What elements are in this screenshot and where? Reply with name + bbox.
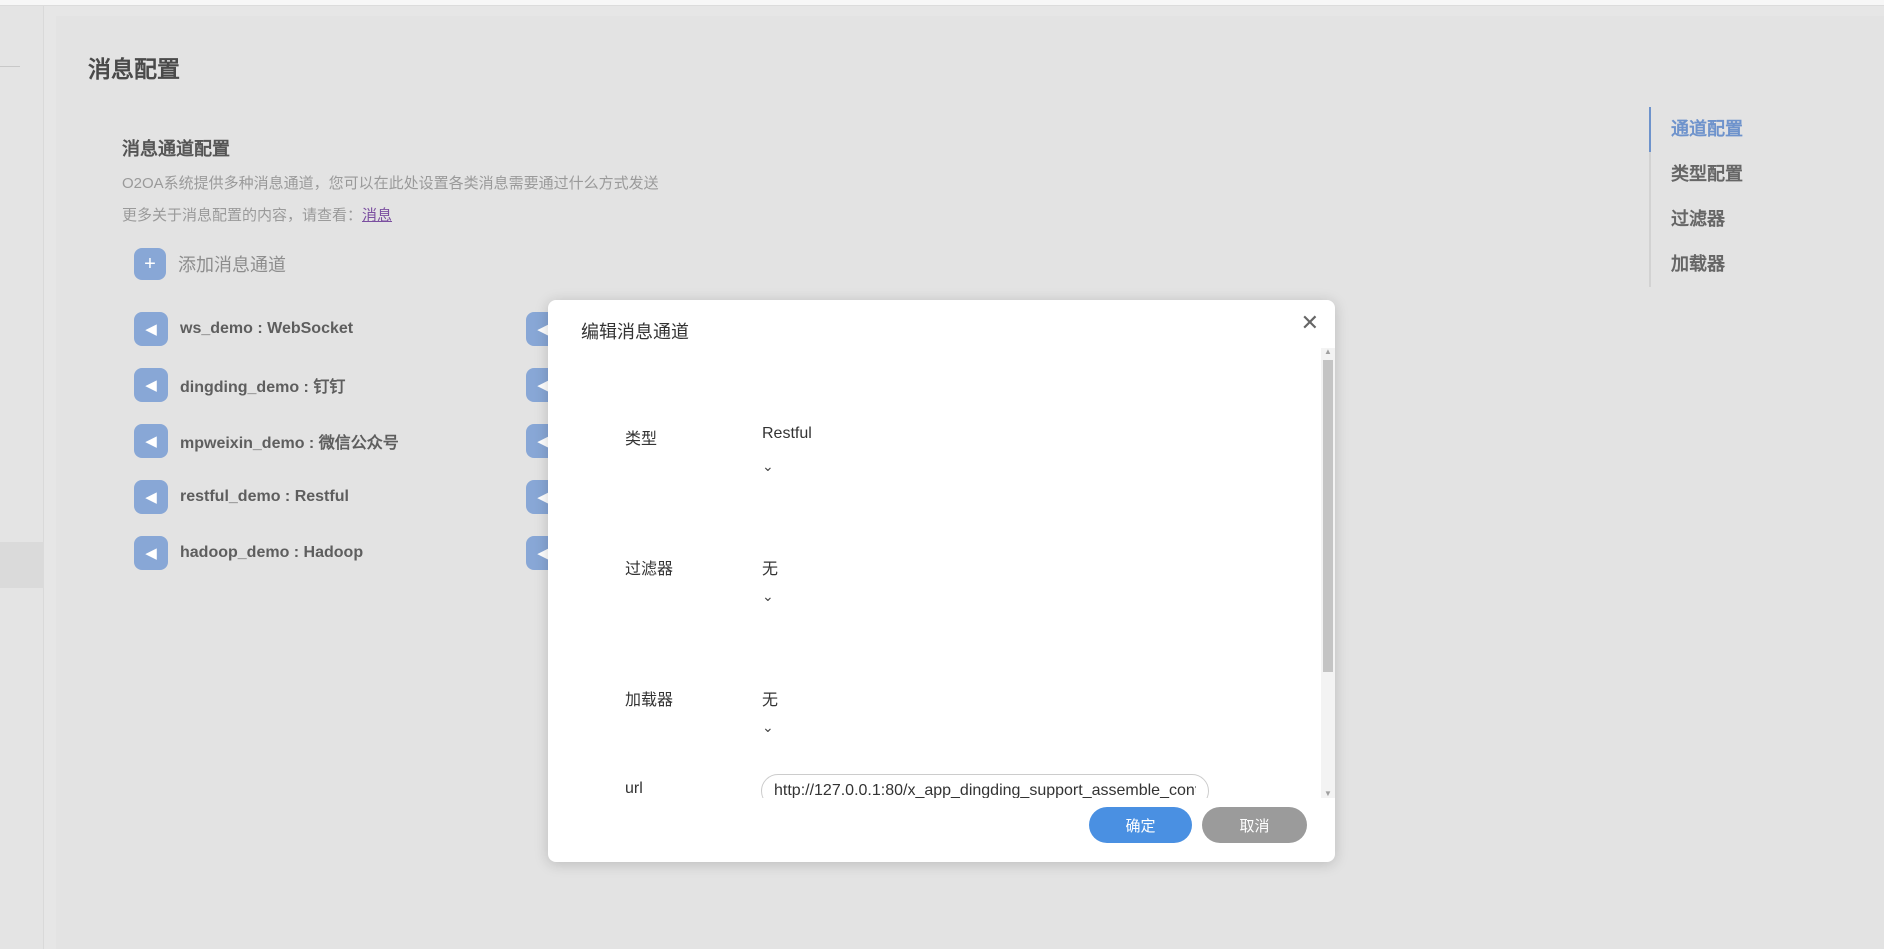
channel-item[interactable]: ◀ hadoop_demo : Hadoop — [134, 536, 399, 570]
channel-item[interactable]: ◀ restful_demo : Restful — [134, 480, 399, 514]
section-more-info: 更多关于消息配置的内容，请查看：消息 — [122, 204, 392, 225]
left-nav-divider — [0, 66, 20, 67]
section-title: 消息通道配置 — [122, 139, 230, 159]
channel-item[interactable]: ◀ dingding_demo : 钉钉 — [134, 368, 399, 402]
channel-list: ◀ ws_demo : WebSocket ◀ dingding_demo : … — [134, 312, 399, 592]
url-input[interactable] — [761, 774, 1209, 798]
anchor-nav: 通道配置 类型配置 过滤器 加载器 — [1649, 107, 1743, 287]
edit-channel-dialog: 编辑消息通道 ✕ 类型 Restful ⌄ 过滤器 无 ⌄ 加载器 无 ⌄ ur… — [548, 300, 1335, 862]
anchor-filter[interactable]: 过滤器 — [1651, 197, 1743, 242]
channel-icon: ◀ — [134, 480, 168, 514]
more-info-link[interactable]: 消息 — [362, 207, 392, 224]
channel-item[interactable]: ◀ ws_demo : WebSocket — [134, 312, 399, 346]
channel-name: mpweixin_demo : 微信公众号 — [180, 435, 399, 452]
scrollbar-thumb[interactable] — [1323, 360, 1333, 672]
chevron-down-icon[interactable]: ⌄ — [762, 719, 774, 736]
add-channel-button[interactable]: + 添加消息通道 — [134, 248, 286, 280]
type-label: 类型 — [625, 431, 658, 448]
close-icon[interactable]: ✕ — [1301, 310, 1319, 336]
section-description: O2OA系统提供多种消息通道，您可以在此处设置各类消息需要通过什么方式发送 — [122, 175, 659, 192]
scroll-up-arrow-icon[interactable]: ▲ — [1323, 348, 1333, 356]
dialog-body: 类型 Restful ⌄ 过滤器 无 ⌄ 加载器 无 ⌄ url ▲ ▼ — [548, 348, 1335, 798]
channel-name: restful_demo : Restful — [180, 488, 349, 505]
type-select-value[interactable]: Restful — [762, 425, 812, 443]
channel-icon: ◀ — [134, 312, 168, 346]
cancel-button[interactable]: 取消 — [1202, 807, 1307, 843]
more-info-prefix: 更多关于消息配置的内容，请查看： — [122, 207, 363, 224]
anchor-type-config[interactable]: 类型配置 — [1651, 152, 1743, 197]
loader-select-value[interactable]: 无 — [762, 686, 778, 710]
page-title: 消息配置 — [88, 56, 180, 82]
scroll-down-arrow-icon[interactable]: ▼ — [1323, 790, 1333, 798]
channel-name: ws_demo : WebSocket — [180, 320, 354, 337]
channel-icon: ◀ — [134, 424, 168, 458]
channel-icon: ◀ — [134, 368, 168, 402]
filter-label: 过滤器 — [625, 561, 674, 578]
filter-select-value[interactable]: 无 — [762, 555, 778, 579]
plus-icon: + — [134, 248, 166, 280]
anchor-channel-config[interactable]: 通道配置 — [1649, 107, 1743, 152]
left-nav-selected-item[interactable] — [0, 542, 44, 588]
channel-item[interactable]: ◀ mpweixin_demo : 微信公众号 — [134, 424, 399, 458]
url-label: url — [625, 780, 643, 797]
left-nav — [0, 6, 44, 949]
loader-label: 加载器 — [625, 692, 674, 709]
chevron-down-icon[interactable]: ⌄ — [762, 458, 774, 475]
channel-name: dingding_demo : 钉钉 — [180, 379, 346, 396]
dialog-scrollbar[interactable]: ▲ ▼ — [1321, 348, 1335, 798]
add-channel-label: 添加消息通道 — [178, 255, 286, 275]
anchor-loader[interactable]: 加载器 — [1651, 242, 1743, 287]
chevron-down-icon[interactable]: ⌄ — [762, 588, 774, 605]
channel-icon: ◀ — [134, 536, 168, 570]
top-border — [0, 0, 1884, 6]
channel-name: hadoop_demo : Hadoop — [180, 544, 364, 561]
confirm-button[interactable]: 确定 — [1089, 807, 1192, 843]
dialog-title: 编辑消息通道 — [581, 322, 689, 342]
